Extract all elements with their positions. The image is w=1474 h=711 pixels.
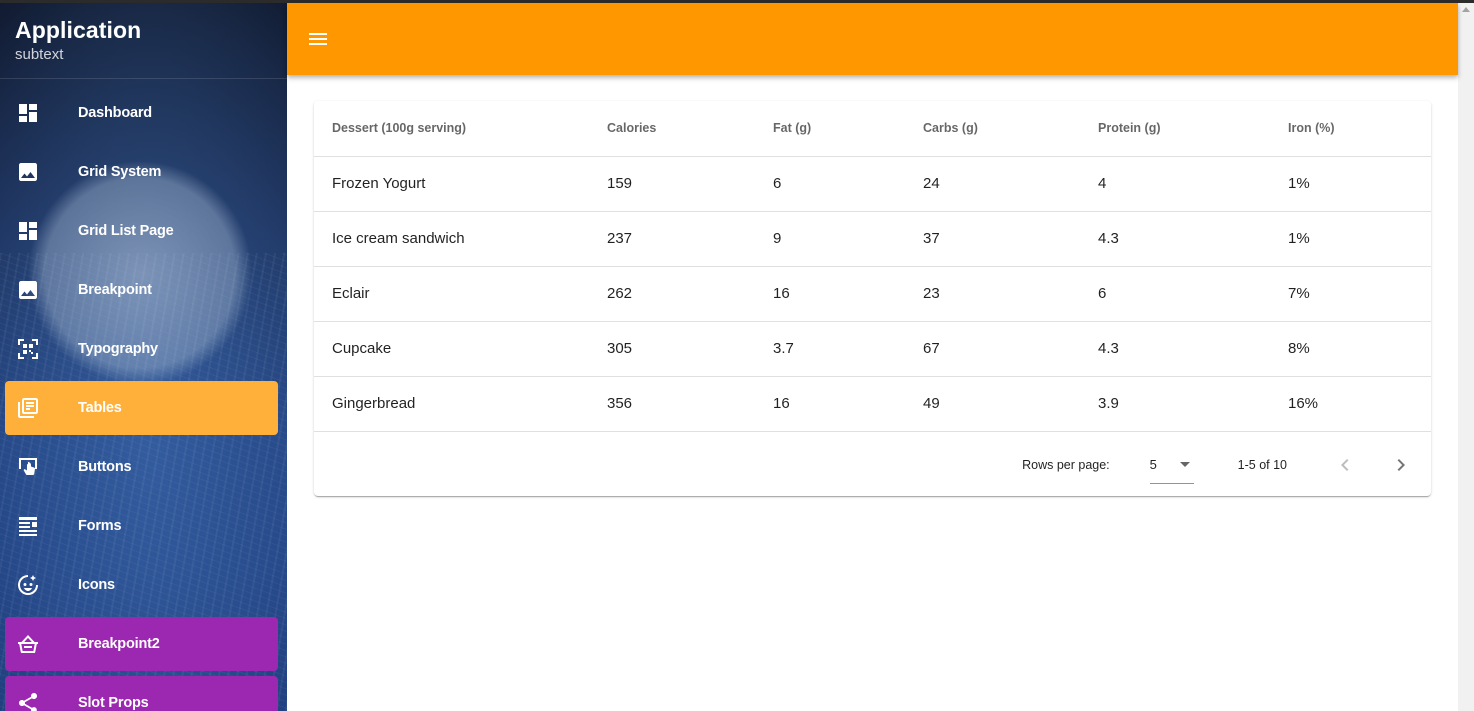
qr-scanner-icon <box>5 337 51 361</box>
sidebar-item-typography[interactable]: Typography <box>5 322 278 376</box>
table-row[interactable]: Gingerbread 356 16 49 3.9 16% <box>314 376 1431 432</box>
sidebar-item-label: Grid System <box>78 164 162 180</box>
cell-protein: 4.3 <box>1080 321 1270 377</box>
table-row[interactable]: Ice cream sandwich 237 9 37 4.3 1% <box>314 211 1431 267</box>
cell-protein: 4 <box>1080 156 1270 212</box>
previous-page-button[interactable] <box>1317 445 1373 485</box>
cell-fat: 16 <box>755 376 905 432</box>
sidebar-item-label: Dashboard <box>78 105 152 121</box>
cell-fat: 3.7 <box>755 321 905 377</box>
cell-fat: 6 <box>755 156 905 212</box>
cell-fat: 16 <box>755 266 905 322</box>
sidebar-item-icons[interactable]: Icons <box>5 558 278 612</box>
table-row[interactable]: Frozen Yogurt 159 6 24 4 1% <box>314 156 1431 212</box>
sidebar-item-grid-list-page[interactable]: Grid List Page <box>5 204 278 258</box>
dashboard-icon <box>5 101 51 125</box>
vertical-scrollbar[interactable] <box>1458 3 1474 711</box>
image-icon <box>5 160 51 184</box>
cell-calories: 305 <box>589 321 755 377</box>
column-header-carbs[interactable]: Carbs (g) <box>905 101 1080 157</box>
cell-calories: 159 <box>589 156 755 212</box>
cell-iron: 8% <box>1270 321 1431 377</box>
cell-carbs: 67 <box>905 321 1080 377</box>
sidebar-item-label: Breakpoint <box>78 282 152 298</box>
column-header-fat[interactable]: Fat (g) <box>755 101 905 157</box>
sidebar-item-label: Forms <box>78 518 122 534</box>
sidebar-item-label: Buttons <box>78 459 132 475</box>
rows-per-page-select[interactable]: 5 <box>1149 454 1194 484</box>
chevron-right-icon <box>1397 458 1405 471</box>
cell-iron: 1% <box>1270 156 1431 212</box>
sidebar-item-forms[interactable]: Forms <box>5 499 278 553</box>
emoji-icon <box>5 573 51 597</box>
cell-fat: 9 <box>755 211 905 267</box>
rows-per-page-value: 5 <box>1149 456 1157 472</box>
sidebar-nav: Dashboard Grid System Grid List Page Bre… <box>0 86 287 711</box>
sidebar-item-grid-system[interactable]: Grid System <box>5 145 278 199</box>
sidebar-item-label: Grid List Page <box>78 223 174 239</box>
menu-button[interactable] <box>294 15 342 63</box>
cell-dessert: Ice cream sandwich <box>314 211 589 267</box>
page-range-text: 1-5 of 10 <box>1237 457 1287 472</box>
cell-protein: 4.3 <box>1080 211 1270 267</box>
sidebar-header: Application subtext <box>0 3 287 79</box>
share-icon <box>5 691 51 711</box>
cell-iron: 16% <box>1270 376 1431 432</box>
rows-per-page-label: Rows per page: <box>1022 457 1110 472</box>
cell-carbs: 49 <box>905 376 1080 432</box>
cell-carbs: 24 <box>905 156 1080 212</box>
table-header-row: Dessert (100g serving) Calories Fat (g) … <box>314 101 1431 157</box>
cell-dessert: Cupcake <box>314 321 589 377</box>
touch-app-icon <box>5 455 51 479</box>
cell-calories: 356 <box>589 376 755 432</box>
sidebar-item-label: Slot Props <box>78 695 149 711</box>
cell-iron: 1% <box>1270 211 1431 267</box>
column-header-iron[interactable]: Iron (%) <box>1270 101 1431 157</box>
sidebar: Application subtext Dashboard Grid Syste… <box>0 3 287 711</box>
column-header-protein[interactable]: Protein (g) <box>1080 101 1270 157</box>
sidebar-item-label: Breakpoint2 <box>78 636 160 652</box>
window-top-border <box>0 0 1474 3</box>
cell-dessert: Eclair <box>314 266 589 322</box>
data-table-card: Dessert (100g serving) Calories Fat (g) … <box>314 101 1431 496</box>
cell-iron: 7% <box>1270 266 1431 322</box>
cell-calories: 262 <box>589 266 755 322</box>
table-row[interactable]: Cupcake 305 3.7 67 4.3 8% <box>314 321 1431 377</box>
sidebar-item-tables[interactable]: Tables <box>5 381 278 435</box>
chevron-left-icon <box>1341 458 1349 471</box>
sidebar-item-slot-props[interactable]: Slot Props <box>5 676 278 711</box>
sidebar-item-label: Tables <box>78 400 122 416</box>
sidebar-item-breakpoint2[interactable]: Breakpoint2 <box>5 617 278 671</box>
sidebar-item-label: Typography <box>78 341 158 357</box>
scroll-up-arrow-icon[interactable] <box>1462 7 1470 12</box>
sidebar-item-label: Icons <box>78 577 115 593</box>
cell-protein: 3.9 <box>1080 376 1270 432</box>
sidebar-item-breakpoint[interactable]: Breakpoint <box>5 263 278 317</box>
hamburger-menu-icon <box>309 33 327 45</box>
sidebar-item-buttons[interactable]: Buttons <box>5 440 278 494</box>
column-header-calories[interactable]: Calories <box>589 101 755 157</box>
cell-protein: 6 <box>1080 266 1270 322</box>
table-row[interactable]: Eclair 262 16 23 6 7% <box>314 266 1431 322</box>
sidebar-item-dashboard[interactable]: Dashboard <box>5 86 278 140</box>
forms-icon <box>5 514 51 538</box>
table-footer: Rows per page: 5 1-5 of 10 <box>314 432 1431 498</box>
cell-dessert: Frozen Yogurt <box>314 156 589 212</box>
app-title: Application <box>15 17 142 43</box>
cell-carbs: 23 <box>905 266 1080 322</box>
cell-carbs: 37 <box>905 211 1080 267</box>
cell-calories: 237 <box>589 211 755 267</box>
desserts-table: Dessert (100g serving) Calories Fat (g) … <box>314 101 1431 432</box>
basket-icon <box>5 632 51 656</box>
dashboard-icon <box>5 219 51 243</box>
cell-dessert: Gingerbread <box>314 376 589 432</box>
dropdown-arrow-icon <box>1179 461 1190 467</box>
column-header-dessert[interactable]: Dessert (100g serving) <box>314 101 589 157</box>
library-books-icon <box>5 396 51 420</box>
app-bar <box>287 3 1458 75</box>
image-icon <box>5 278 51 302</box>
next-page-button[interactable] <box>1373 445 1429 485</box>
app-subtitle: subtext <box>15 46 64 63</box>
